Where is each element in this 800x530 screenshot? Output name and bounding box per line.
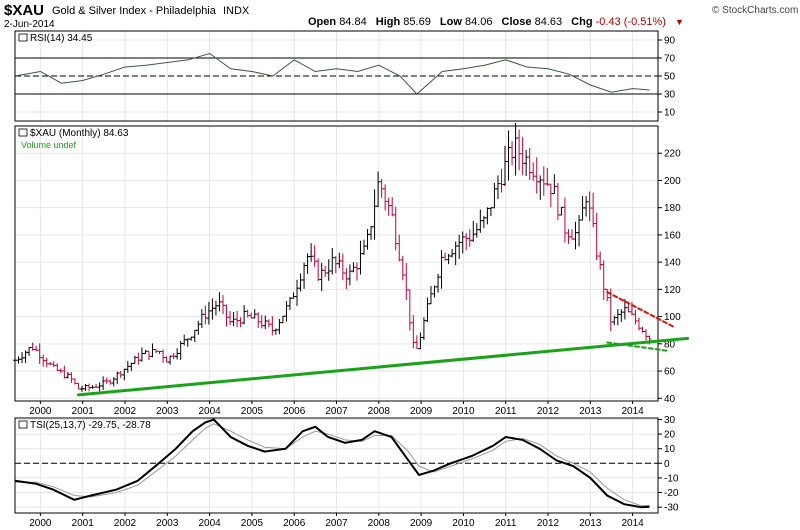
x-tick-label-bottom: 2013 [579, 518, 602, 529]
x-tick-label-bottom: 2003 [156, 518, 179, 529]
x-tick-label-bottom: 2010 [452, 518, 475, 529]
price-tick-label: 220 [664, 149, 681, 160]
x-tick-label-middle: 2003 [156, 406, 179, 417]
tsi-tick-label: -10 [664, 473, 679, 484]
price-tick-label: 120 [664, 285, 681, 296]
volume-label: Volume undef [21, 140, 77, 150]
trendline-solid-green [76, 336, 690, 397]
rsi-tick-label: 50 [664, 72, 676, 83]
rsi-tick-label: 30 [664, 90, 676, 101]
rsi-tick-label: 10 [664, 108, 676, 119]
x-tick-label-bottom: 2006 [283, 518, 306, 529]
x-tick-label-middle: 2001 [72, 406, 95, 417]
x-tick-label-middle: 2000 [29, 406, 52, 417]
tsi-signal-line [15, 423, 650, 507]
price-tick-label: 60 [664, 367, 676, 378]
tsi-tick-label: 30 [664, 415, 676, 426]
x-tick-label-bottom: 2005 [241, 518, 264, 529]
x-tick-label-bottom: 2008 [368, 518, 391, 529]
tsi-tick-label: -20 [664, 488, 679, 499]
price-tick-label: 40 [664, 394, 676, 405]
x-tick-label-middle: 2011 [495, 406, 517, 417]
tsi-panel: 30 20 10 0 -10 -20 -30 TSI(25,13,7) -29.75, -28… [14, 415, 679, 514]
x-tick-label-bottom: 2014 [621, 518, 644, 529]
x-axis-bottom: 2000 2001 2002 2003 2004 2005 2006 2007 2008 2009… [29, 513, 644, 529]
rsi-legend-swatch [18, 33, 28, 42]
x-tick-label-middle: 2014 [621, 406, 644, 417]
x-tick-label-bottom: 2004 [198, 518, 221, 529]
x-tick-label-bottom: 2012 [537, 518, 560, 529]
x-tick-label-middle: 2009 [410, 406, 433, 417]
price-legend-swatch [18, 128, 28, 137]
x-tick-label-middle: 2008 [368, 406, 391, 417]
x-tick-label-bottom: 2002 [114, 518, 137, 529]
x-tick-label-middle: 2002 [114, 406, 137, 417]
x-tick-label-middle: 2013 [579, 406, 602, 417]
x-tick-label-middle: 2006 [283, 406, 306, 417]
tsi-tick-label: -30 [664, 503, 679, 514]
x-axis-middle: 2000 2001 2002 2003 2004 2005 2006 2007 2008 2009… [29, 401, 644, 417]
x-tick-label-bottom: 2001 [72, 518, 95, 529]
x-tick-label-bottom: 2011 [495, 518, 517, 529]
x-tick-label-middle: 2005 [241, 406, 264, 417]
rsi-panel: 10 30 50 70 90 RSI(14) 34.45 [14, 30, 676, 122]
tsi-legend-swatch [18, 420, 28, 429]
x-tick-label-bottom: 2000 [29, 518, 52, 529]
price-tick-label: 140 [664, 258, 681, 269]
rsi-label: RSI(14) 34.45 [30, 33, 93, 44]
tsi-tick-label: 10 [664, 444, 676, 455]
tsi-label: TSI(25,13,7) -29.75, -28.78 [30, 420, 151, 431]
x-tick-label-middle: 2010 [452, 406, 475, 417]
rsi-tick-label: 70 [664, 54, 676, 65]
tsi-tick-label: 20 [664, 430, 676, 441]
price-label: $XAU (Monthly) 84.63 [30, 128, 129, 139]
x-tick-label-bottom: 2007 [325, 518, 348, 529]
chart-canvas: 1030507090RSI(14) 34.45 4060801001201401… [13, 30, 690, 529]
price-tick-label: 100 [664, 312, 681, 323]
price-tick-label: 200 [664, 176, 681, 187]
price-panel: 406080100120140160180200220$XAU (Monthly… [13, 122, 690, 405]
tsi-tick-label: 0 [664, 459, 670, 470]
price-tick-label: 160 [664, 230, 681, 241]
x-tick-label-bottom: 2009 [410, 518, 433, 529]
x-tick-label-middle: 2012 [537, 406, 560, 417]
x-tick-label-middle: 2004 [198, 406, 221, 417]
rsi-tick-label: 90 [664, 36, 676, 47]
x-tick-label-middle: 2007 [325, 406, 348, 417]
rsi-line [14, 52, 650, 95]
price-tick-label: 180 [664, 203, 681, 214]
